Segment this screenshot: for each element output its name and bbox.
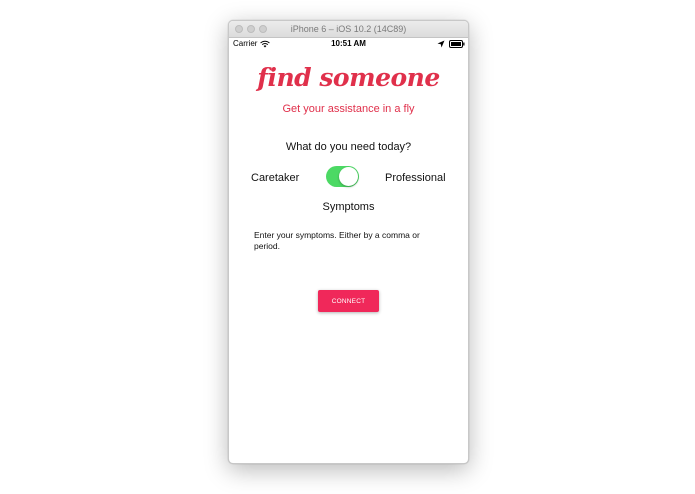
symptoms-input[interactable] <box>254 230 444 264</box>
location-icon <box>437 40 445 48</box>
symptoms-label: Symptoms <box>322 201 375 213</box>
app-subtitle: Get your assistance in a fly <box>282 103 415 115</box>
window-titlebar: iPhone 6 – iOS 10.2 (14C89) <box>229 21 468 38</box>
connect-button[interactable]: CONNECT <box>318 290 379 312</box>
caretaker-professional-toggle[interactable] <box>326 166 359 187</box>
app-title: find someone <box>257 63 440 92</box>
status-time: 10:51 AM <box>331 39 366 48</box>
battery-icon <box>449 40 465 48</box>
status-bar: Carrier 10:51 AM <box>229 38 468 50</box>
toggle-knob <box>339 167 358 186</box>
window-title: iPhone 6 – iOS 10.2 (14C89) <box>290 24 407 34</box>
caretaker-label: Caretaker <box>251 172 300 184</box>
need-question: What do you need today? <box>285 141 412 153</box>
simulator-window: iPhone 6 – iOS 10.2 (14C89) Carrier 10:5… <box>228 20 469 464</box>
professional-label: Professional <box>385 172 446 184</box>
